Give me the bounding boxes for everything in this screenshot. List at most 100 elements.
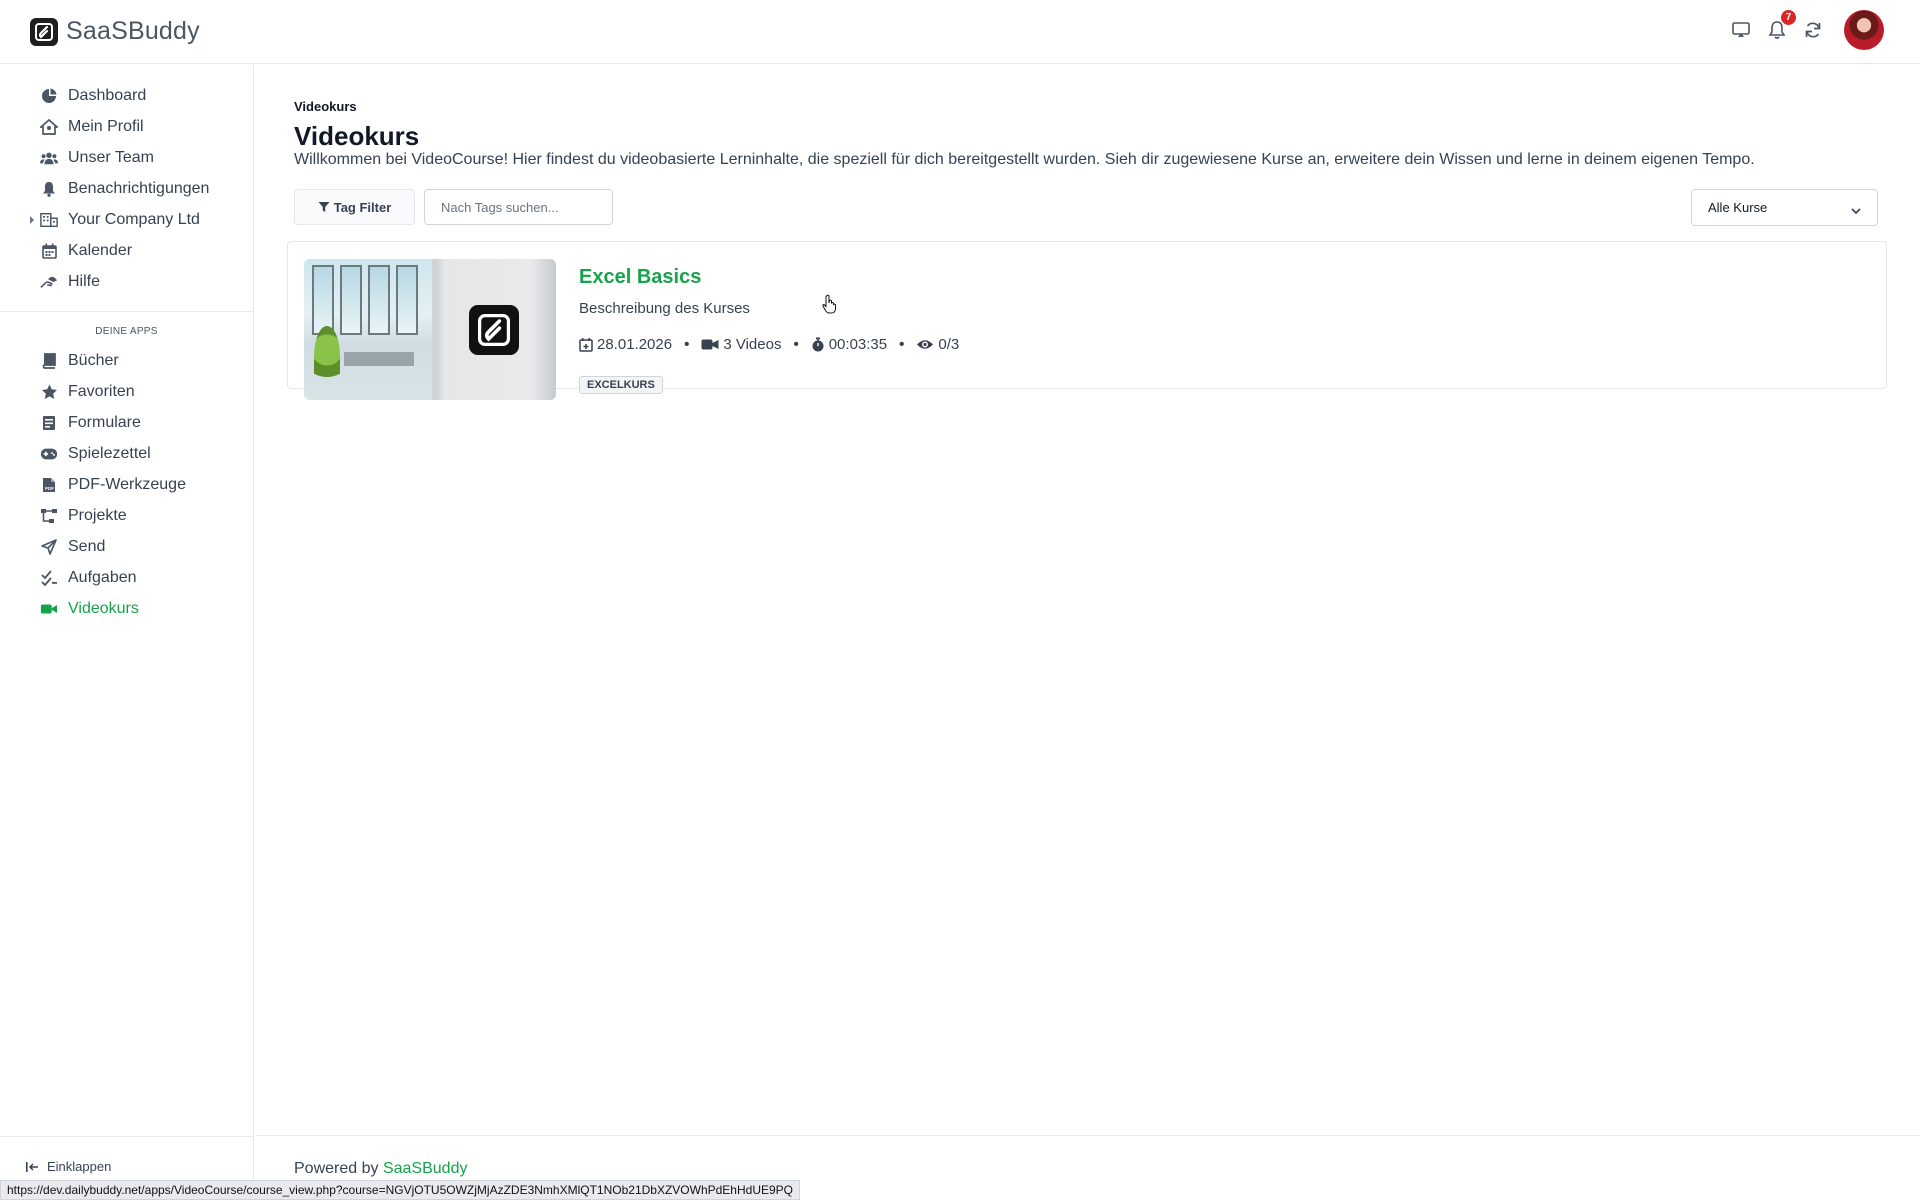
sidebar-item-label: Send <box>68 537 106 555</box>
course-date-text: 28.01.2026 <box>597 336 673 353</box>
course-meta: 28.01.2026 • 3 Videos • 00:03:35 • 0/3 <box>579 336 959 353</box>
sidebar-item-company[interactable]: Your Company Ltd <box>0 204 253 235</box>
status-url: https://dev.dailybuddy.net/apps/VideoCou… <box>0 1180 800 1200</box>
footer-brand-link[interactable]: SaaSBuddy <box>383 1160 468 1177</box>
page-description: Willkommen bei VideoCourse! Hier findest… <box>294 151 1755 168</box>
window-shape <box>368 265 390 335</box>
top-actions: 7 <box>1730 10 1884 50</box>
tag-filter-button[interactable]: Tag Filter <box>294 189 415 225</box>
filter-icon <box>318 201 330 213</box>
sidebar-item-label: Mein Profil <box>68 117 144 135</box>
window-shape <box>396 265 418 335</box>
sidebar-item-team[interactable]: Unser Team <box>0 142 253 173</box>
powered-by-text: Powered by <box>294 1160 379 1177</box>
page-title: Videokurs <box>294 121 420 151</box>
course-thumbnail[interactable] <box>304 259 556 400</box>
course-video-count: 3 Videos <box>701 336 781 353</box>
course-views: 0/3 <box>916 336 959 353</box>
avatar[interactable] <box>1844 10 1884 50</box>
desk-shape <box>344 352 414 366</box>
sidebar-item-games[interactable]: Spielezettel <box>0 438 253 469</box>
sidebar-item-calendar[interactable]: Kalender <box>0 235 253 266</box>
course-description: Beschreibung des Kurses <box>579 300 750 317</box>
sidebar-item-label: Videokurs <box>68 599 139 617</box>
collapse-button[interactable]: Einklappen <box>26 1159 111 1174</box>
sidebar-item-send[interactable]: Send <box>0 531 253 562</box>
course-views-text: 0/3 <box>938 336 960 353</box>
meta-separator: • <box>793 336 799 353</box>
top-bar: SaaSBuddy 7 <box>0 0 1920 64</box>
sidebar-divider <box>0 311 253 312</box>
book-icon <box>40 352 58 370</box>
sidebar-item-profile[interactable]: Mein Profil <box>0 111 253 142</box>
sidebar-item-label: Hilfe <box>68 272 101 290</box>
hand-cursor-icon <box>822 294 838 319</box>
sidebar-item-label: Unser Team <box>68 148 154 166</box>
sidebar-item-label: Benachrichtigungen <box>68 179 210 197</box>
course-tag-badge[interactable]: EXCELKURS <box>579 376 663 394</box>
brand[interactable]: SaaSBuddy <box>30 17 200 46</box>
course-duration: 00:03:35 <box>811 336 887 353</box>
course-date: 28.01.2026 <box>579 336 672 353</box>
sidebar-item-label: Favoriten <box>68 382 135 400</box>
sidebar-item-forms[interactable]: Formulare <box>0 407 253 438</box>
sidebar-item-help[interactable]: Hilfe <box>0 266 253 297</box>
refresh-icon[interactable] <box>1802 19 1824 41</box>
sidebar-item-projects[interactable]: Projekte <box>0 500 253 531</box>
sidebar-item-favorites[interactable]: Favoriten <box>0 376 253 407</box>
dashboard-gauge-icon <box>40 87 58 105</box>
meta-separator: • <box>684 336 690 353</box>
course-title[interactable]: Excel Basics <box>579 266 701 289</box>
sidebar-item-label: PDF-Werkzeuge <box>68 475 186 493</box>
course-video-count-text: 3 Videos <box>723 336 782 353</box>
pdf-file-icon: PDF <box>40 476 58 494</box>
form-icon <box>40 414 58 432</box>
sidebar-item-label: Formulare <box>68 413 141 431</box>
sidebar-item-label: Dashboard <box>68 86 147 104</box>
course-filter-select[interactable]: Alle Kurse <box>1691 189 1878 226</box>
cast-screen-icon[interactable] <box>1730 19 1752 41</box>
window-shape <box>340 265 362 335</box>
saasbuddy-logo-icon <box>469 304 519 355</box>
building-icon <box>40 211 58 229</box>
team-icon <box>40 149 58 167</box>
office-photo <box>304 259 432 400</box>
sidebar-item-tasks[interactable]: Aufgaben <box>0 562 253 593</box>
star-icon <box>40 383 58 401</box>
eye-icon <box>917 340 934 349</box>
sidebar-item-pdf-tools[interactable]: PDF PDF-Werkzeuge <box>0 469 253 500</box>
bell-icon[interactable]: 7 <box>1766 10 1796 41</box>
course-duration-text: 00:03:35 <box>828 336 888 353</box>
main-content: Videokurs Videokurs Willkommen bei Video… <box>255 65 1920 1135</box>
window-shape <box>312 265 334 335</box>
course-select-value: Alle Kurse <box>1708 200 1768 215</box>
sidebar-item-videokurs[interactable]: Videokurs <box>0 593 253 624</box>
chevron-down-icon <box>1851 203 1861 218</box>
expand-caret-icon[interactable] <box>30 216 34 224</box>
sidebar-item-notifications[interactable]: Benachrichtigungen <box>0 173 253 204</box>
brand-logo-icon <box>30 17 58 46</box>
brand-name: SaaSBuddy <box>66 17 200 45</box>
tag-search-input[interactable] <box>424 189 613 225</box>
help-hands-icon <box>40 273 58 291</box>
breadcrumb[interactable]: Videokurs <box>294 99 357 114</box>
video-camera-icon <box>40 600 58 618</box>
sidebar-item-label: Bücher <box>68 351 119 369</box>
gamepad-icon <box>40 445 58 463</box>
calendar-icon <box>40 242 58 260</box>
meta-separator: • <box>899 336 905 353</box>
sidebar-section-label: DEINE APPS <box>95 326 158 337</box>
sidebar-item-books[interactable]: Bücher <box>0 345 253 376</box>
sidebar-item-label: Your Company Ltd <box>68 210 200 228</box>
checklist-icon <box>40 569 58 587</box>
sidebar-item-label: Aufgaben <box>68 568 137 586</box>
notification-badge: 7 <box>1781 10 1796 25</box>
svg-text:PDF: PDF <box>45 486 54 491</box>
course-card[interactable]: Excel Basics Beschreibung des Kurses 28.… <box>287 241 1887 400</box>
calendar-plus-icon <box>579 338 593 352</box>
sidebar-item-dashboard[interactable]: Dashboard <box>0 80 253 111</box>
footer-text: Powered by SaaSBuddy <box>294 1160 467 1178</box>
brand-wall <box>432 259 556 400</box>
send-icon <box>40 538 58 556</box>
sidebar-item-label: Spielezettel <box>68 444 151 462</box>
